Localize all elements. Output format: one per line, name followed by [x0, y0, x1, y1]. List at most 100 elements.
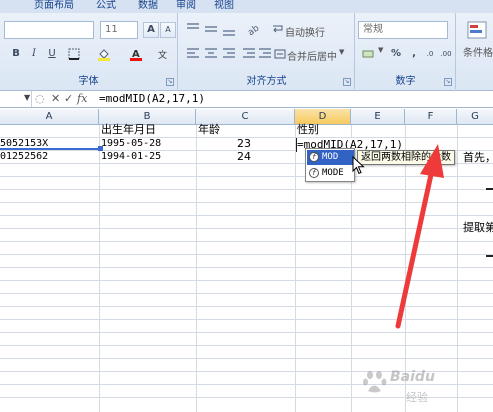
ribbon: 页面布局 公式 数据 审阅 视图 11 A A B I U A 文 字体 ↘ a… [0, 0, 493, 91]
cell-d1[interactable]: 性别 [297, 122, 349, 137]
svg-text:文: 文 [158, 49, 167, 61]
gridline [99, 125, 100, 412]
formula-bar: ▼ ◌ ✕ ✓ fx =modMID(A2,17,1) [0, 91, 493, 108]
number-dialog-launcher-icon[interactable]: ↘ [444, 78, 452, 86]
tab-view[interactable]: 视图 [214, 0, 234, 11]
function-tooltip: 返回两数相除的余数 [357, 150, 455, 165]
side-note-fragment [486, 255, 493, 257]
orientation-icon[interactable]: ab [245, 21, 261, 38]
cell-c1[interactable]: 年龄 [198, 122, 294, 137]
cell-c3[interactable]: 24 [196, 149, 254, 164]
gridline [0, 306, 493, 307]
fill-color-icon[interactable] [96, 46, 112, 62]
font-size-value: 11 [105, 24, 118, 35]
gridline [0, 202, 493, 203]
wrap-text-button[interactable]: 自动换行 [285, 24, 325, 39]
column-header-a[interactable]: A [0, 109, 99, 125]
gridline [0, 280, 493, 281]
alignment-group-title: 对齐方式 [246, 76, 287, 87]
baidu-paw-logo-icon [363, 371, 387, 393]
decrease-decimal-icon[interactable]: .00 [438, 46, 454, 62]
gridline [0, 254, 493, 255]
column-header-e[interactable]: E [351, 109, 405, 125]
gridline [0, 241, 493, 242]
side-note-first: 首先， [463, 151, 493, 164]
align-center-icon[interactable] [203, 46, 219, 62]
merge-center-button[interactable]: 合并后居中 [287, 48, 337, 63]
align-middle-icon[interactable] [203, 21, 219, 37]
font-group-title: 字体 [78, 76, 99, 87]
currency-dropdown-icon[interactable]: ▼ [378, 46, 383, 54]
font-size-box[interactable]: 11 [100, 21, 138, 39]
grow-font-button[interactable]: A [143, 22, 159, 38]
tab-formulas[interactable]: 公式 [96, 0, 116, 11]
conditional-format-button[interactable]: 条件格式 [463, 44, 493, 59]
tab-review[interactable]: 审阅 [176, 0, 196, 11]
conditional-format-icon[interactable] [465, 19, 489, 41]
underline-button[interactable]: U [44, 46, 60, 62]
tab-page-layout[interactable]: 页面布局 [34, 0, 74, 11]
comma-button[interactable]: , [406, 46, 422, 62]
gridline [0, 293, 493, 294]
merge-dropdown-icon[interactable]: ▼ [339, 48, 344, 56]
baidu-watermark: Baidu 经验 [362, 367, 490, 409]
align-top-icon[interactable] [185, 21, 201, 37]
bold-button[interactable]: B [8, 46, 24, 62]
gridline [0, 267, 493, 268]
currency-icon[interactable] [360, 46, 376, 62]
italic-button[interactable]: I [26, 46, 42, 62]
name-box-dropdown-icon[interactable]: ▼ [24, 93, 30, 102]
function-icon: f [309, 152, 319, 162]
formula-bar-buttons: ◌ ✕ ✓ fx [35, 92, 93, 106]
wrap-text-icon[interactable] [271, 22, 283, 38]
enter-icon[interactable]: ✓ [64, 92, 73, 106]
increase-indent-icon[interactable] [257, 46, 273, 62]
cancel-icon[interactable]: ✕ [51, 92, 60, 106]
autocomplete-item-mode[interactable]: f MODE [307, 166, 354, 181]
align-left-icon[interactable] [185, 46, 201, 62]
gridline [295, 125, 296, 412]
tab-data[interactable]: 数据 [138, 0, 158, 11]
decrease-indent-icon[interactable] [241, 46, 257, 62]
formula-input[interactable]: =modMID(A2,17,1) [99, 92, 205, 106]
increase-decimal-icon[interactable]: .0 [422, 46, 438, 62]
number-format-box[interactable]: 常规 [358, 21, 448, 39]
svg-text:ab: ab [246, 23, 261, 37]
mouse-pointer-icon [352, 156, 365, 175]
cell-b1[interactable]: 出生年月日 [101, 122, 195, 137]
formula-bar-handle-icon: ◌ [35, 92, 45, 105]
alignment-group: ab 自动换行 合并后居中 ▼ 对齐方式 ↘ [179, 13, 355, 89]
copy-range-border [0, 148, 100, 150]
column-header-g[interactable]: G [457, 109, 493, 125]
font-dialog-launcher-icon[interactable]: ↘ [166, 78, 174, 86]
cell-b3[interactable]: 1994-01-25 [101, 149, 195, 164]
insert-function-icon[interactable]: fx [77, 92, 87, 106]
autocomplete-item-mod[interactable]: f MOD [307, 150, 354, 165]
merge-center-icon[interactable] [273, 47, 286, 63]
font-color-icon[interactable]: A [128, 46, 144, 62]
gridline [0, 345, 493, 346]
borders-icon[interactable] [66, 46, 82, 62]
gridline [0, 319, 493, 320]
shrink-font-button[interactable]: A [160, 22, 176, 38]
align-bottom-icon[interactable] [221, 21, 237, 37]
phonetic-icon[interactable]: 文 [156, 46, 172, 62]
autocomplete-item-label: MODE [322, 168, 344, 178]
autocomplete-item-label: MOD [322, 152, 339, 162]
gridline [0, 189, 493, 190]
function-icon: f [309, 168, 319, 178]
align-right-icon[interactable] [221, 46, 237, 62]
font-name-box[interactable] [4, 21, 94, 39]
name-box[interactable]: ▼ [0, 91, 32, 107]
percent-button[interactable]: % [388, 46, 404, 62]
number-group: 常规 ▼ % , .0 .00 数字 ↘ [356, 13, 456, 89]
fill-handle[interactable] [98, 146, 103, 151]
alignment-dialog-launcher-icon[interactable]: ↘ [343, 78, 351, 86]
gridline [0, 215, 493, 216]
column-header-f[interactable]: F [405, 109, 457, 125]
side-note-fragment [486, 188, 493, 190]
gridline [0, 228, 493, 229]
cell-a3[interactable]: 01252562 [0, 149, 98, 164]
watermark-subtitle: 经验 [406, 391, 428, 404]
annotation-arrow-icon [395, 144, 444, 329]
